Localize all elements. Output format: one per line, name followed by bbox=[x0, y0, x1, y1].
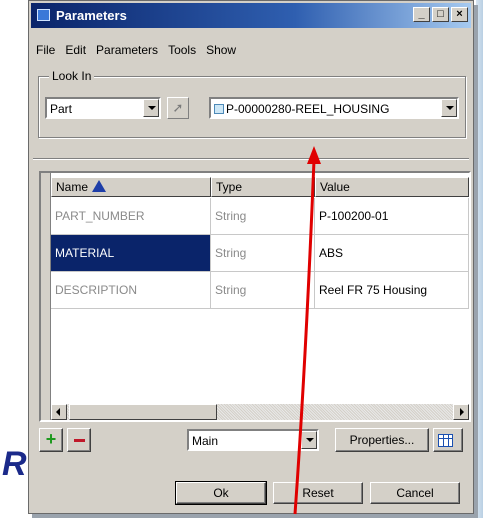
separator bbox=[33, 158, 469, 160]
look-in-object-select[interactable]: P-00000280-REEL_HOUSING bbox=[209, 97, 459, 119]
table-row[interactable]: MATERIAL String ABS bbox=[51, 235, 469, 272]
close-button[interactable]: × bbox=[451, 7, 468, 22]
look-in-legend: Look In bbox=[49, 69, 95, 83]
look-in-object-text: P-00000280-REEL_HOUSING bbox=[214, 102, 389, 116]
chevron-down-icon[interactable] bbox=[143, 99, 159, 117]
menu-parameters[interactable]: Parameters bbox=[91, 41, 163, 61]
horizontal-scrollbar[interactable] bbox=[51, 404, 469, 420]
cell-value[interactable]: Reel FR 75 Housing bbox=[315, 272, 469, 309]
column-header-value[interactable]: Value bbox=[315, 177, 469, 197]
minus-icon bbox=[74, 439, 85, 442]
row-gutter bbox=[41, 173, 51, 420]
menu-edit[interactable]: Edit bbox=[60, 41, 91, 61]
parameters-table: Name Type Value PART_NUMBER String P-100… bbox=[39, 171, 471, 422]
cell-value[interactable]: ABS bbox=[315, 235, 469, 272]
look-in-object-value: P-00000280-REEL_HOUSING bbox=[226, 102, 390, 116]
chevron-down-icon[interactable] bbox=[441, 99, 457, 117]
menu-file[interactable]: File bbox=[31, 41, 60, 61]
column-header-name[interactable]: Name bbox=[51, 177, 211, 197]
minimize-button[interactable]: _ bbox=[413, 7, 430, 22]
table-row[interactable]: PART_NUMBER String P-100200-01 bbox=[51, 198, 469, 235]
scroll-right-button[interactable] bbox=[453, 404, 469, 420]
parameters-dialog: Parameters _ □ × File Edit Parameters To… bbox=[28, 0, 474, 514]
look-in-type-value: Part bbox=[50, 102, 73, 116]
menu-tools[interactable]: Tools bbox=[163, 41, 201, 61]
menu-show[interactable]: Show bbox=[201, 41, 241, 61]
cell-name[interactable]: PART_NUMBER bbox=[51, 198, 211, 235]
column-layout-button[interactable] bbox=[433, 428, 463, 452]
select-object-button[interactable]: ➚ bbox=[167, 97, 189, 119]
cell-value[interactable]: P-100200-01 bbox=[315, 198, 469, 235]
reset-button[interactable]: Reset bbox=[273, 482, 363, 504]
properties-button[interactable]: Properties... bbox=[335, 428, 429, 452]
side-letter: R bbox=[2, 445, 27, 483]
scroll-left-button[interactable] bbox=[51, 404, 67, 420]
window-title: Parameters bbox=[56, 8, 127, 23]
column-header-type[interactable]: Type bbox=[211, 177, 315, 197]
scroll-thumb[interactable] bbox=[69, 404, 217, 420]
cancel-button[interactable]: Cancel bbox=[370, 482, 460, 504]
filter-value: Main bbox=[192, 434, 219, 448]
column-header-name-label: Name bbox=[56, 180, 89, 194]
column-layout-icon bbox=[438, 434, 453, 447]
look-in-type-select[interactable]: Part bbox=[45, 97, 161, 119]
cell-type[interactable]: String bbox=[211, 272, 315, 309]
filter-select[interactable]: Main bbox=[187, 429, 319, 451]
cell-name[interactable]: DESCRIPTION bbox=[51, 272, 211, 309]
table-header: Name Type Value bbox=[51, 177, 469, 197]
plus-icon: + bbox=[45, 429, 57, 449]
cell-type[interactable]: String bbox=[211, 235, 315, 272]
sort-ascending-icon bbox=[92, 180, 107, 192]
background-left bbox=[0, 0, 28, 518]
maximize-button[interactable]: □ bbox=[432, 7, 449, 22]
remove-parameter-button[interactable] bbox=[67, 428, 91, 452]
part-icon bbox=[214, 104, 224, 114]
title-bar[interactable]: Parameters _ □ × bbox=[31, 3, 471, 28]
cell-type[interactable]: String bbox=[211, 198, 315, 235]
cell-name[interactable]: MATERIAL bbox=[51, 235, 211, 272]
select-arrow-icon: ➚ bbox=[172, 100, 184, 115]
chevron-down-icon[interactable] bbox=[301, 431, 317, 449]
ok-button[interactable]: Ok bbox=[175, 481, 267, 505]
table-row[interactable]: DESCRIPTION String Reel FR 75 Housing bbox=[51, 272, 469, 309]
parameters-window-icon bbox=[37, 9, 50, 21]
add-parameter-button[interactable]: + bbox=[39, 428, 63, 452]
menu-bar: File Edit Parameters Tools Show bbox=[31, 41, 471, 61]
window-controls: _ □ × bbox=[413, 7, 468, 22]
